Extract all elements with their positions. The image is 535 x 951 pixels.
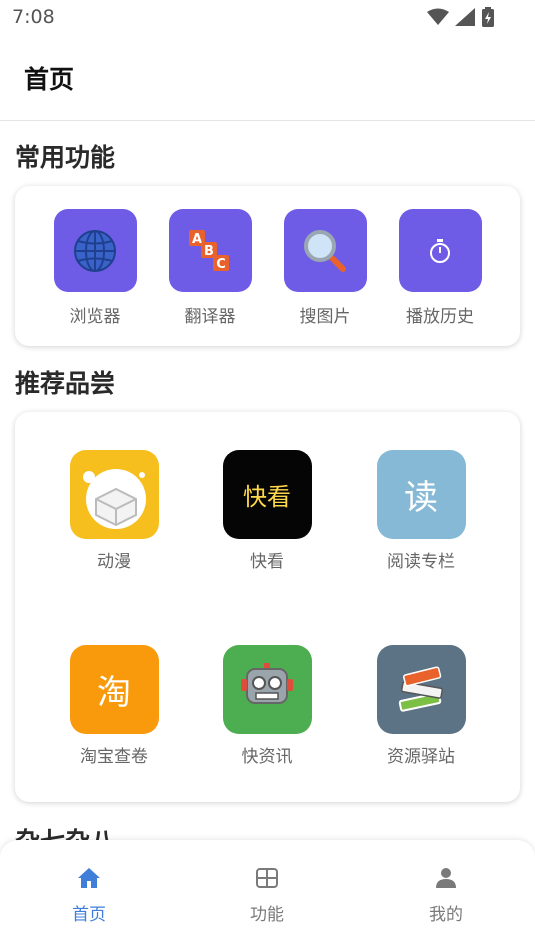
status-icons xyxy=(427,7,495,27)
rec-tile-anime xyxy=(69,450,159,539)
nav-mine[interactable]: 我的 xyxy=(401,866,491,925)
common-functions-card: 浏览器 A B C 翻译器 搜图片 播放历史 xyxy=(15,186,520,346)
home-icon xyxy=(78,868,100,888)
status-bar: 7:08 xyxy=(0,0,535,36)
tool-tile-translator: A B C xyxy=(168,209,252,292)
tool-label: 浏览器 xyxy=(69,307,121,327)
section-title-common: 常用功能 xyxy=(15,143,116,172)
rec-tile-resources xyxy=(376,645,466,734)
app-header: 首页 xyxy=(0,36,535,121)
abc-blocks-icon: A B C xyxy=(189,229,229,272)
rec-tile-taobao: 淘 xyxy=(69,645,159,734)
tool-tile-play-history xyxy=(398,209,482,292)
tool-tile-image-search xyxy=(283,209,367,292)
rec-tile-news xyxy=(222,645,312,734)
bottom-nav: 首页 功能 我的 xyxy=(0,840,535,951)
tool-image-search[interactable]: 搜图片 xyxy=(275,209,375,327)
battery-icon xyxy=(482,7,494,27)
nav-label-mine: 我的 xyxy=(429,905,463,925)
tool-play-history[interactable]: 播放历史 xyxy=(390,209,490,327)
rec-resources[interactable]: 资源驿站 xyxy=(361,645,481,767)
robot-icon xyxy=(241,662,293,704)
reading-logo-text: 读 xyxy=(404,478,438,518)
rec-reading[interactable]: 读 阅读专栏 xyxy=(361,450,481,572)
section-title-recommend: 推荐品尝 xyxy=(15,369,116,398)
rec-kuaikan[interactable]: 快看 快看 xyxy=(207,450,327,572)
svg-text:C: C xyxy=(216,257,226,272)
signal-icon xyxy=(455,8,475,26)
page-title: 首页 xyxy=(24,65,75,94)
rec-tile-kuaikan: 快看 xyxy=(222,450,312,539)
kuaikan-logo-text: 快看 xyxy=(243,483,291,511)
rec-taobao[interactable]: 淘 淘宝查卷 xyxy=(54,645,174,767)
tool-browser[interactable]: 浏览器 xyxy=(45,209,145,327)
rec-label: 动漫 xyxy=(97,552,131,572)
tool-label: 翻译器 xyxy=(184,307,236,327)
rec-tile-reading: 读 xyxy=(376,450,466,539)
svg-text:B: B xyxy=(204,244,214,259)
tool-label: 搜图片 xyxy=(299,307,351,327)
rec-label: 快资讯 xyxy=(241,747,293,767)
stopwatch-icon xyxy=(430,238,450,263)
nav-features[interactable]: 功能 xyxy=(222,866,312,925)
rec-anime[interactable]: 动漫 xyxy=(54,450,174,572)
svg-text:A: A xyxy=(192,232,202,247)
books-icon xyxy=(398,665,443,712)
tool-label: 播放历史 xyxy=(406,307,474,327)
status-time: 7:08 xyxy=(12,6,55,28)
wifi-icon xyxy=(427,8,449,25)
recommend-card: 动漫 快看 快看 读 阅读专栏 淘 淘宝查卷 快资讯 资源驿站 xyxy=(15,412,520,802)
nav-label-home: 首页 xyxy=(72,905,106,925)
rec-label: 资源驿站 xyxy=(387,747,455,767)
rec-label: 阅读专栏 xyxy=(387,552,455,572)
person-icon xyxy=(436,868,456,888)
magnifier-icon xyxy=(304,229,346,272)
anime-box-icon xyxy=(83,468,146,529)
taobao-logo-text: 淘 xyxy=(97,673,131,713)
nav-label-features: 功能 xyxy=(250,905,284,925)
rec-label: 淘宝查卷 xyxy=(80,747,148,767)
nav-home[interactable]: 首页 xyxy=(44,866,134,925)
grid-icon xyxy=(256,868,278,888)
rec-label: 快看 xyxy=(250,552,284,572)
rec-news[interactable]: 快资讯 xyxy=(207,645,327,767)
tool-translator[interactable]: A B C 翻译器 xyxy=(160,209,260,327)
globe-icon xyxy=(74,229,116,272)
tool-tile-browser xyxy=(53,209,137,292)
